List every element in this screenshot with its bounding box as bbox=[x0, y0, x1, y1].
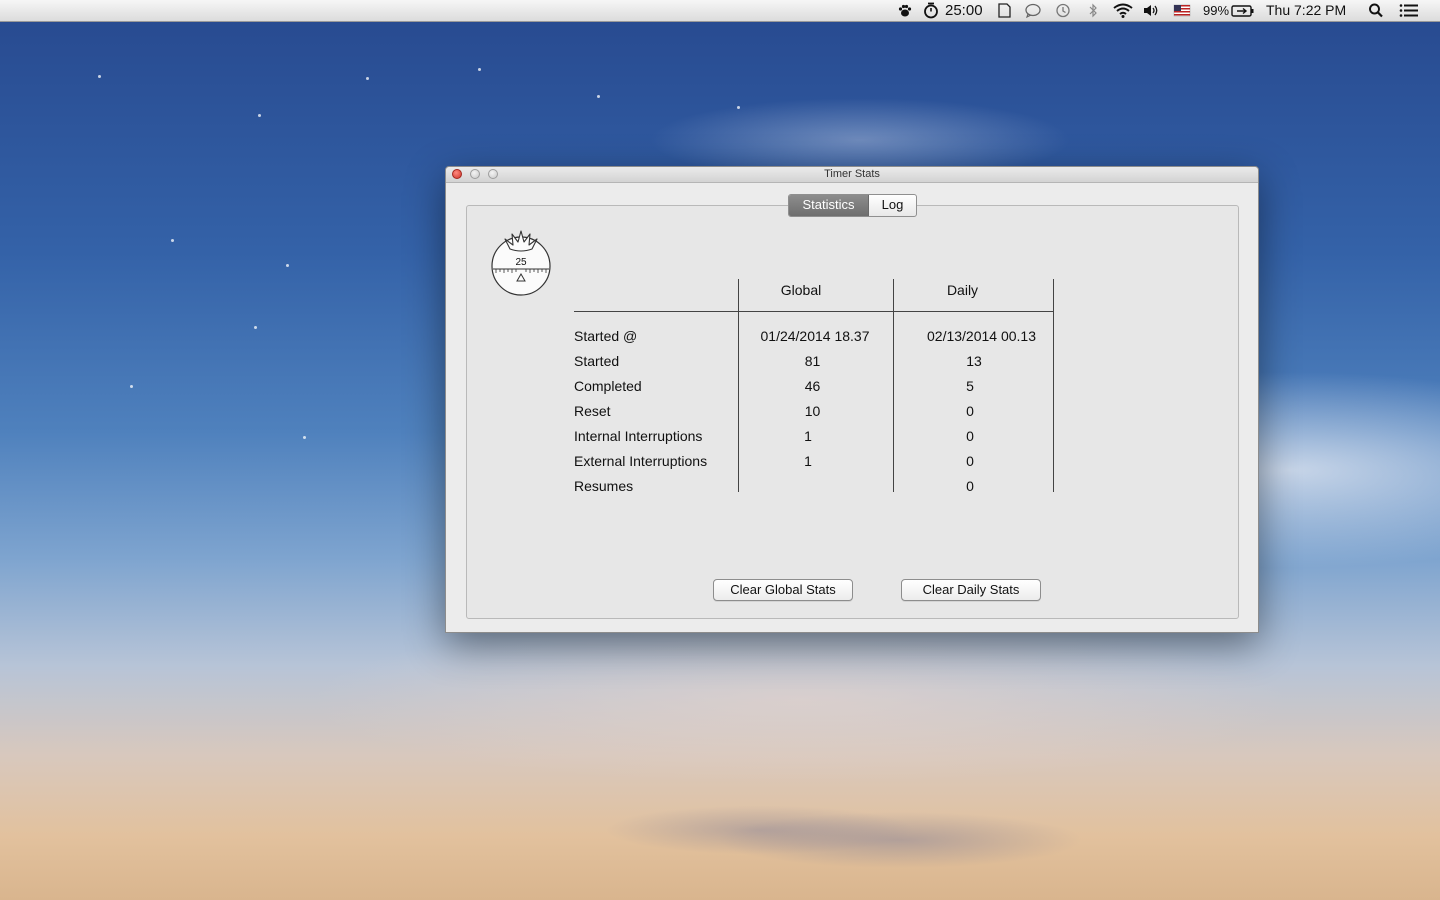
star bbox=[286, 264, 289, 267]
menu-bar: 25:00 99% Thu 7:22 PM bbox=[0, 0, 1440, 22]
clear-daily-stats-button[interactable]: Clear Daily Stats bbox=[901, 579, 1041, 601]
star bbox=[737, 106, 740, 109]
tab-control: Statistics Log bbox=[788, 194, 917, 217]
global-value: 1 bbox=[804, 428, 812, 444]
star bbox=[366, 77, 369, 80]
star bbox=[303, 436, 306, 439]
table-header-divider bbox=[574, 311, 1054, 312]
global-value: 81 bbox=[804, 353, 821, 369]
spotlight-search-icon[interactable] bbox=[1367, 2, 1385, 19]
star bbox=[254, 326, 257, 329]
row-label: Reset bbox=[574, 403, 611, 419]
title-bar[interactable]: Timer Stats bbox=[446, 167, 1258, 183]
star bbox=[171, 239, 174, 242]
daily-value: 0 bbox=[966, 428, 974, 444]
menubar-clock[interactable]: Thu 7:22 PM bbox=[1266, 0, 1346, 21]
menubar-timer-text[interactable]: 25:00 bbox=[945, 0, 983, 21]
daily-value: 02/13/2014 00.13 bbox=[927, 328, 1036, 344]
row-label: Internal Interruptions bbox=[574, 428, 703, 444]
daily-value: 5 bbox=[966, 378, 974, 394]
column-header-daily: Daily bbox=[946, 282, 979, 298]
timer-icon[interactable] bbox=[922, 2, 940, 19]
wifi-icon[interactable] bbox=[1112, 2, 1134, 19]
star bbox=[258, 114, 261, 117]
bluetooth-icon[interactable] bbox=[1084, 2, 1102, 19]
star bbox=[478, 68, 481, 71]
timer-stats-window: Timer Stats Statistics Log 25 Global Dai… bbox=[445, 166, 1259, 633]
global-value: 01/24/2014 18.37 bbox=[760, 328, 870, 344]
daily-value: 0 bbox=[966, 478, 974, 494]
logo-number: 25 bbox=[515, 257, 527, 268]
time-machine-icon[interactable] bbox=[1054, 2, 1072, 19]
window-title: Timer Stats bbox=[824, 168, 880, 180]
star bbox=[597, 95, 600, 98]
star bbox=[98, 75, 101, 78]
global-value: 1 bbox=[804, 453, 812, 469]
row-label: Started @ bbox=[574, 328, 638, 344]
battery-percent[interactable]: 99% bbox=[1203, 0, 1229, 21]
table-column-divider bbox=[1053, 279, 1054, 492]
note-icon[interactable] bbox=[995, 2, 1013, 19]
tomato-timer-logo-icon: 25 bbox=[491, 230, 551, 296]
battery-icon[interactable] bbox=[1231, 2, 1255, 19]
row-label: Completed bbox=[574, 378, 642, 394]
star bbox=[130, 385, 133, 388]
notification-center-icon[interactable] bbox=[1398, 2, 1420, 19]
row-label: Started bbox=[574, 353, 620, 369]
global-value: 46 bbox=[804, 378, 821, 394]
row-label: External Interruptions bbox=[574, 453, 708, 469]
global-value: 10 bbox=[804, 403, 821, 419]
clear-global-stats-button[interactable]: Clear Global Stats bbox=[713, 579, 853, 601]
messages-icon[interactable] bbox=[1024, 2, 1042, 19]
paw-icon[interactable] bbox=[896, 2, 914, 19]
column-header-global: Global bbox=[780, 282, 822, 298]
row-label: Resumes bbox=[574, 478, 634, 494]
daily-value: 0 bbox=[966, 453, 974, 469]
tab-log[interactable]: Log bbox=[869, 195, 916, 216]
daily-value: 0 bbox=[966, 403, 974, 419]
us-flag-icon[interactable] bbox=[1173, 2, 1191, 19]
daily-value: 13 bbox=[966, 353, 982, 369]
tab-statistics[interactable]: Statistics bbox=[789, 195, 869, 216]
volume-icon[interactable] bbox=[1142, 2, 1160, 19]
